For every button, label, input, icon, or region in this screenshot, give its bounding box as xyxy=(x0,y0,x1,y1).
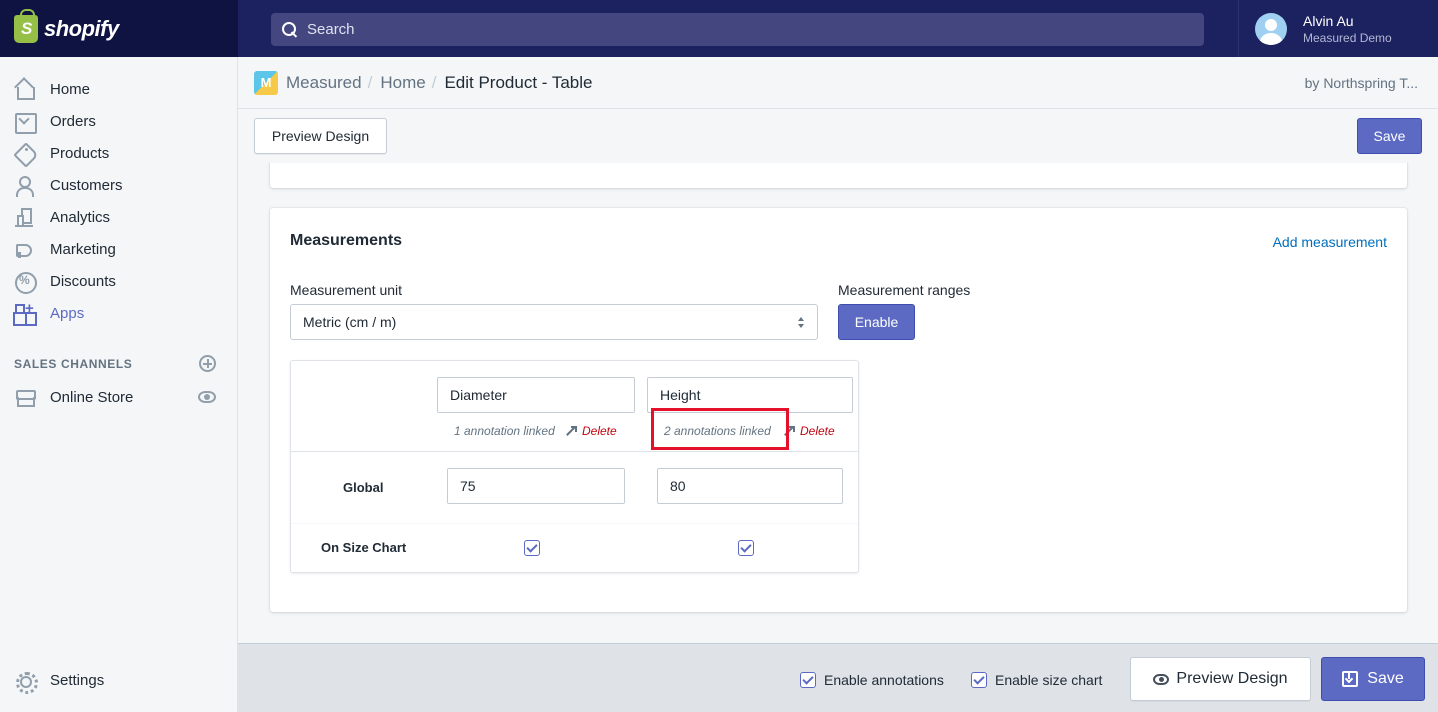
developer-credit[interactable]: by Northspring T... xyxy=(1305,75,1418,91)
sidebar-item-home[interactable]: Home xyxy=(0,73,238,105)
main-content: Measurements Add measurement Measurement… xyxy=(238,163,1438,643)
sidebar-item-apps[interactable]: Apps xyxy=(0,297,238,329)
sidebar-item-label: Marketing xyxy=(50,240,116,258)
measurement-unit-select[interactable]: Metric (cm / m) xyxy=(290,304,818,340)
sidebar-item-settings[interactable]: Settings xyxy=(0,664,238,696)
breadcrumb-separator: / xyxy=(431,72,437,92)
sidebar-item-products[interactable]: Products xyxy=(0,137,238,169)
global-row-label: Global xyxy=(343,480,384,495)
sidebar-item-customers[interactable]: Customers xyxy=(0,169,238,201)
global-value-input[interactable]: 80 xyxy=(657,468,843,504)
previous-card xyxy=(270,163,1407,188)
highlight-box xyxy=(651,408,789,450)
sidebar-item-label: Home xyxy=(50,80,91,98)
user-menu[interactable]: Alvin Au Measured Demo xyxy=(1238,0,1438,57)
sidebar-item-marketing[interactable]: Marketing xyxy=(0,233,238,265)
preview-design-button-bottom[interactable]: Preview Design xyxy=(1130,657,1311,701)
preview-design-button[interactable]: Preview Design xyxy=(254,118,387,154)
enable-ranges-button[interactable]: Enable xyxy=(838,304,915,340)
sidebar-item-analytics[interactable]: Analytics xyxy=(0,201,238,233)
home-icon xyxy=(14,79,35,100)
measured-app-logo: M xyxy=(254,70,278,95)
enable-annotations-label[interactable]: Enable annotations xyxy=(824,672,944,688)
button-label: Preview Design xyxy=(1176,670,1288,687)
sidebar-item-discounts[interactable]: Discounts xyxy=(0,265,238,297)
button-label: Save xyxy=(1367,670,1404,687)
breadcrumb-separator: / xyxy=(367,72,373,92)
breadcrumb-measured[interactable]: Measured xyxy=(286,73,362,93)
sidebar-item-orders[interactable]: Orders xyxy=(0,105,238,137)
user-info: Alvin Au Measured Demo xyxy=(1303,13,1392,45)
add-sales-channel-icon[interactable] xyxy=(199,355,216,372)
measurements-card: Measurements Add measurement Measurement… xyxy=(270,208,1407,612)
card-title: Measurements xyxy=(290,232,403,249)
on-size-chart-checkbox[interactable] xyxy=(738,540,754,556)
row-divider xyxy=(291,523,858,524)
enable-size-chart-label[interactable]: Enable size chart xyxy=(995,672,1102,688)
delete-measurement-link[interactable]: Delete xyxy=(582,424,617,438)
sidebar-item-label: Customers xyxy=(50,176,123,194)
measurement-name-input[interactable]: Diameter xyxy=(437,377,635,413)
tag-icon xyxy=(14,143,34,163)
delete-measurement-link[interactable]: Delete xyxy=(800,424,835,438)
add-measurement-link[interactable]: Add measurement xyxy=(1273,234,1387,250)
store-icon xyxy=(14,387,36,407)
search-placeholder: Search xyxy=(307,21,355,38)
measurements-table: Diameter 1 annotation linked Delete Heig… xyxy=(290,360,859,573)
sidebar-item-label: Products xyxy=(50,144,110,162)
save-button[interactable]: Save xyxy=(1357,118,1422,154)
sidebar-item-label: Discounts xyxy=(50,272,116,290)
save-button-bottom[interactable]: Save xyxy=(1321,657,1425,701)
breadcrumb-current: Edit Product - Table xyxy=(444,72,593,92)
bottom-bar: Enable annotations Enable size chart Pre… xyxy=(238,643,1438,712)
user-name: Alvin Au xyxy=(1303,12,1354,29)
sidebar-item-label: Analytics xyxy=(50,208,111,226)
select-value: Metric (cm / m) xyxy=(303,314,397,330)
logo-text: shopify xyxy=(44,15,119,41)
on-size-chart-checkbox[interactable] xyxy=(524,540,540,556)
row-divider xyxy=(291,451,858,452)
orders-icon xyxy=(14,111,37,134)
sidebar-item-label: Orders xyxy=(50,112,96,130)
sidebar-item-label: Apps xyxy=(50,304,85,322)
sidebar-item-label: Online Store xyxy=(50,388,134,406)
person-icon xyxy=(14,175,34,197)
annotation-count: 1 annotation linked xyxy=(454,424,555,438)
enable-annotations-checkbox[interactable] xyxy=(800,672,816,688)
sales-channels-heading: SALES CHANNELS xyxy=(14,357,133,371)
view-store-eye-icon[interactable] xyxy=(198,391,216,403)
user-shop: Measured Demo xyxy=(1303,30,1392,45)
breadcrumb-home[interactable]: Home xyxy=(380,73,425,93)
search-icon xyxy=(281,21,299,39)
shopify-logo[interactable]: S shopify xyxy=(0,0,238,57)
enable-size-chart-checkbox[interactable] xyxy=(971,672,987,688)
expand-icon[interactable] xyxy=(566,426,577,436)
bar-chart-icon xyxy=(14,207,34,227)
apps-icon xyxy=(14,300,34,323)
top-bar: S shopify Search Alvin Au Measured Demo xyxy=(0,0,1438,57)
toolbar: Preview Design Save xyxy=(238,109,1438,163)
gear-icon xyxy=(14,670,38,694)
global-value-input[interactable]: 75 xyxy=(447,468,625,504)
size-chart-row-label: On Size Chart xyxy=(321,540,407,555)
discount-icon xyxy=(14,271,37,294)
sidebar-item-label: Settings xyxy=(50,671,105,689)
shopify-bag-icon: S xyxy=(14,8,38,43)
measurement-ranges-label: Measurement ranges xyxy=(838,282,971,298)
sidebar: Home Orders Products Customers Analytics… xyxy=(0,57,238,712)
eye-icon xyxy=(1153,673,1170,685)
search-input[interactable]: Search xyxy=(271,13,1204,46)
measurement-unit-label: Measurement unit xyxy=(290,282,403,298)
avatar xyxy=(1255,12,1287,45)
megaphone-icon xyxy=(14,239,34,259)
save-icon xyxy=(1342,671,1359,687)
select-arrows-icon xyxy=(797,316,805,330)
app-header: M Measured / Home / Edit Product - Table… xyxy=(238,57,1438,109)
